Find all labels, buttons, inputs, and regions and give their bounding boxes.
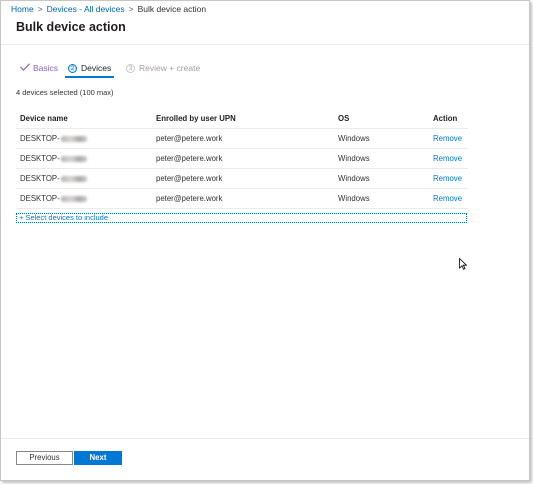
table-row: DESKTOP- peter@petere.work Windows Remov…: [16, 168, 468, 189]
header-divider: [1, 44, 529, 45]
redacted-text: [60, 176, 87, 182]
step-number-badge: 3: [126, 64, 135, 73]
breadcrumb-separator: >: [128, 4, 134, 14]
remove-link[interactable]: Remove: [433, 174, 462, 183]
redacted-text: [60, 156, 87, 162]
column-header-upn: Enrolled by user UPN: [152, 109, 334, 129]
os-cell: Windows: [334, 188, 429, 209]
breadcrumb: Home > Devices - All devices > Bulk device a…: [11, 4, 206, 14]
device-name-cell: DESKTOP-: [16, 148, 152, 169]
table-row: DESKTOP- peter@petere.work Windows Remov…: [16, 148, 468, 169]
os-cell: Windows: [334, 148, 429, 169]
table-header-row: Device name Enrolled by user UPN OS Acti…: [16, 109, 468, 129]
check-icon: [20, 62, 30, 74]
footer-divider: [1, 438, 529, 439]
breadcrumb-current: Bulk device action: [137, 4, 207, 14]
remove-link[interactable]: Remove: [433, 194, 462, 203]
upn-cell: peter@petere.work: [152, 128, 334, 149]
page-title: Bulk device action: [16, 20, 126, 34]
table-row: DESKTOP- peter@petere.work Windows Remov…: [16, 188, 468, 209]
breadcrumb-home[interactable]: Home: [11, 4, 34, 14]
action-cell: Remove: [429, 128, 468, 149]
upn-cell: peter@petere.work: [152, 168, 334, 189]
tab-basics[interactable]: Basics: [20, 62, 58, 76]
tab-basics-label: Basics: [33, 63, 59, 73]
tab-devices[interactable]: 2 Devices: [64, 62, 115, 78]
column-header-os: OS: [334, 109, 429, 129]
tab-review-create-label: Review + create: [139, 63, 201, 73]
previous-button[interactable]: Previous: [16, 451, 73, 465]
action-cell: Remove: [429, 168, 468, 189]
select-devices-link[interactable]: + Select devices to include: [16, 213, 467, 223]
remove-link[interactable]: Remove: [433, 134, 462, 143]
breadcrumb-all-devices[interactable]: Devices - All devices: [47, 4, 125, 14]
tab-devices-label: Devices: [81, 63, 112, 73]
column-header-action: Action: [429, 109, 468, 129]
devices-table: Device name Enrolled by user UPN OS Acti…: [16, 109, 468, 209]
device-name-cell: DESKTOP-: [16, 168, 152, 189]
action-cell: Remove: [429, 148, 468, 169]
os-cell: Windows: [334, 168, 429, 189]
device-name: DESKTOP-: [20, 154, 60, 163]
bulk-device-action-blade: Home > Devices - All devices > Bulk device a…: [0, 0, 530, 481]
mouse-cursor-icon: [459, 257, 468, 270]
remove-link[interactable]: Remove: [433, 154, 462, 163]
tab-review-create[interactable]: 3 Review + create: [126, 62, 200, 76]
column-header-device-name: Device name: [16, 109, 152, 129]
os-cell: Windows: [334, 128, 429, 149]
upn-cell: peter@petere.work: [152, 148, 334, 169]
redacted-text: [60, 196, 87, 202]
device-name-cell: DESKTOP-: [16, 188, 152, 209]
device-name-cell: DESKTOP-: [16, 128, 152, 149]
step-number-badge: 2: [68, 64, 77, 73]
next-button[interactable]: Next: [74, 451, 122, 465]
action-cell: Remove: [429, 188, 468, 209]
device-name: DESKTOP-: [20, 174, 60, 183]
upn-cell: peter@petere.work: [152, 188, 334, 209]
table-row: DESKTOP- peter@petere.work Windows Remov…: [16, 128, 468, 149]
device-name: DESKTOP-: [20, 194, 60, 203]
device-name: DESKTOP-: [20, 134, 60, 143]
selected-count: 4 devices selected (100 max): [16, 88, 114, 97]
redacted-text: [60, 136, 87, 142]
breadcrumb-separator: >: [37, 4, 43, 14]
